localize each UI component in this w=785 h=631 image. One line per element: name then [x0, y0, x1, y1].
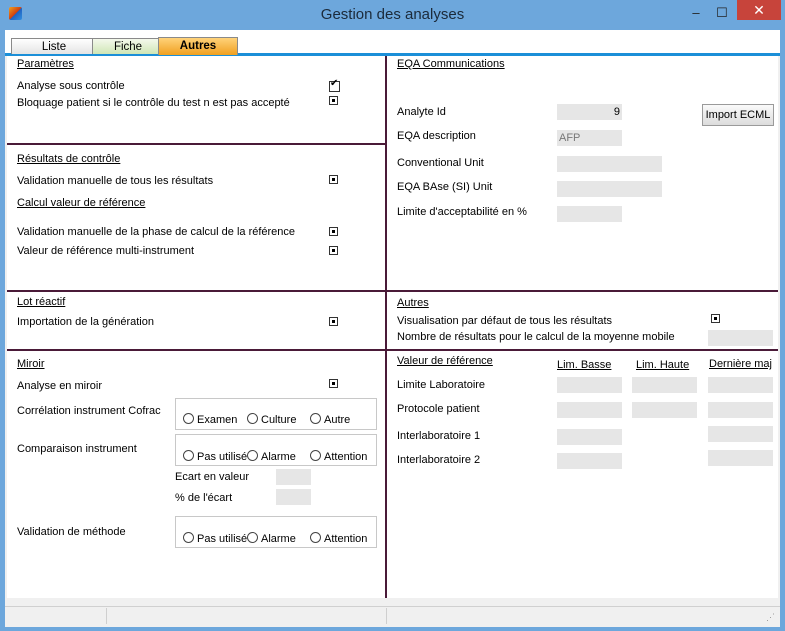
- validation-methode-label: Validation de méthode: [17, 526, 126, 538]
- limite-labo-basse-field[interactable]: [557, 377, 622, 393]
- radio-attention-label: Attention: [324, 451, 368, 463]
- status-bar: [5, 606, 780, 627]
- visualisation-checkbox[interactable]: [711, 314, 720, 323]
- protocole-maj-field[interactable]: [708, 402, 773, 418]
- col-derniere-maj: Dernière maj: [709, 358, 772, 370]
- radio-pas-utilise-label: Pas utilisé: [197, 451, 248, 463]
- section-autres-title: Autres: [397, 297, 429, 309]
- radio-autre[interactable]: [310, 413, 321, 424]
- vertical-divider: [385, 56, 387, 598]
- col-lim-basse: Lim. Basse: [557, 359, 612, 371]
- radio-validation-attention-label: Attention: [324, 533, 368, 545]
- tab-fiche[interactable]: Fiche: [92, 38, 164, 54]
- maximize-button[interactable]: ☐: [711, 4, 733, 21]
- divider: [7, 143, 385, 145]
- validation-manuelle-label: Validation manuelle de tous les résultat…: [17, 175, 214, 187]
- nombre-resultats-label: Nombre de résultats pour le calcul de la…: [397, 331, 675, 343]
- analyse-miroir-checkbox[interactable]: [329, 379, 338, 388]
- close-button[interactable]: ✕: [737, 0, 781, 20]
- section-calcul-title: Calcul valeur de référence: [17, 197, 146, 209]
- section-eqa-title: EQA Communications: [397, 58, 505, 70]
- row-limite-laboratoire: Limite Laboratoire: [397, 379, 486, 391]
- correlation-label: Corrélation instrument Cofrac: [17, 405, 161, 417]
- col-lim-haute: Lim. Haute: [636, 359, 690, 371]
- validation-phase-label: Validation manuelle de la phase de calcu…: [17, 226, 296, 238]
- interlabo2-maj-field[interactable]: [708, 450, 773, 466]
- conventional-unit-label: Conventional Unit: [397, 157, 484, 169]
- interlabo1-basse-field[interactable]: [557, 429, 622, 445]
- tab-autres[interactable]: Autres: [158, 37, 238, 55]
- radio-validation-alarme[interactable]: [247, 532, 258, 543]
- radio-alarme-label: Alarme: [261, 451, 296, 463]
- radio-autre-label: Autre: [324, 414, 351, 426]
- eqa-base-unit-field[interactable]: [557, 181, 662, 197]
- limite-labo-haute-field[interactable]: [632, 377, 697, 393]
- analyse-sous-controle-label: Analyse sous contrôle: [17, 80, 125, 92]
- comparaison-label: Comparaison instrument: [17, 443, 137, 455]
- resize-grip-icon[interactable]: ⋰: [766, 612, 776, 622]
- ecart-valeur-field[interactable]: [276, 469, 311, 485]
- analyte-id-label: Analyte Id: [397, 106, 446, 118]
- nombre-resultats-field[interactable]: [708, 330, 773, 346]
- radio-validation-attention[interactable]: [310, 532, 321, 543]
- limite-acceptabilite-label: Limite d'acceptabilité en %: [397, 206, 527, 218]
- interlabo2-basse-field[interactable]: [557, 453, 622, 469]
- eqa-base-unit-label: EQA BAse (SI) Unit: [397, 181, 493, 193]
- radio-attention[interactable]: [310, 450, 321, 461]
- radio-alarme[interactable]: [247, 450, 258, 461]
- radio-culture-label: Culture: [261, 414, 297, 426]
- valeur-multi-label: Valeur de référence multi-instrument: [17, 245, 195, 257]
- section-miroir-title: Miroir: [17, 358, 45, 370]
- divider: [7, 290, 778, 292]
- bloquage-checkbox[interactable]: [329, 96, 338, 105]
- radio-examen[interactable]: [183, 413, 194, 424]
- protocole-basse-field[interactable]: [557, 402, 622, 418]
- validation-manuelle-checkbox[interactable]: [329, 175, 338, 184]
- protocole-haute-field[interactable]: [632, 402, 697, 418]
- importation-label: Importation de la génération: [17, 316, 154, 328]
- section-resultats-title: Résultats de contrôle: [17, 153, 121, 165]
- row-interlaboratoire-1: Interlaboratoire 1: [397, 430, 481, 442]
- interlabo1-maj-field[interactable]: [708, 426, 773, 442]
- conventional-unit-field[interactable]: [557, 156, 662, 172]
- bloquage-label: Bloquage patient si le contrôle du test …: [17, 97, 290, 109]
- pct-ecart-field[interactable]: [276, 489, 311, 505]
- status-divider: [386, 608, 387, 624]
- section-valeur-ref-title: Valeur de référence: [397, 355, 493, 367]
- window-title: Gestion des analyses: [320, 6, 465, 23]
- divider: [7, 349, 778, 351]
- limite-labo-maj-field[interactable]: [708, 377, 773, 393]
- section-lot-title: Lot réactif: [17, 296, 66, 308]
- valeur-multi-checkbox[interactable]: [329, 246, 338, 255]
- limite-acceptabilite-field[interactable]: [557, 206, 622, 222]
- tab-liste[interactable]: Liste: [11, 38, 97, 54]
- status-divider: [106, 608, 107, 624]
- minimize-button[interactable]: –: [685, 4, 707, 21]
- radio-validation-alarme-label: Alarme: [261, 533, 296, 545]
- visualisation-label: Visualisation par défaut de tous les rés…: [397, 315, 613, 327]
- validation-phase-checkbox[interactable]: [329, 227, 338, 236]
- section-parametres-title: Paramètres: [17, 58, 74, 70]
- row-interlaboratoire-2: Interlaboratoire 2: [397, 454, 481, 466]
- eqa-description-label: EQA description: [397, 130, 476, 142]
- analyse-sous-controle-checkbox[interactable]: [329, 79, 340, 92]
- radio-examen-label: Examen: [197, 414, 238, 426]
- analyse-miroir-label: Analyse en miroir: [17, 380, 102, 392]
- ecart-valeur-label: Ecart en valeur: [175, 471, 249, 483]
- analyte-id-field[interactable]: 9: [557, 104, 622, 120]
- radio-pas-utilise[interactable]: [183, 450, 194, 461]
- eqa-description-field[interactable]: AFP: [557, 130, 622, 146]
- pct-ecart-label: % de l'écart: [175, 492, 233, 504]
- row-protocole-patient: Protocole patient: [397, 403, 480, 415]
- import-ecml-button[interactable]: Import ECML: [702, 104, 774, 126]
- importation-checkbox[interactable]: [329, 317, 338, 326]
- radio-validation-pas-utilise[interactable]: [183, 532, 194, 543]
- radio-culture[interactable]: [247, 413, 258, 424]
- radio-validation-pas-utilise-label: Pas utilisé: [197, 533, 248, 545]
